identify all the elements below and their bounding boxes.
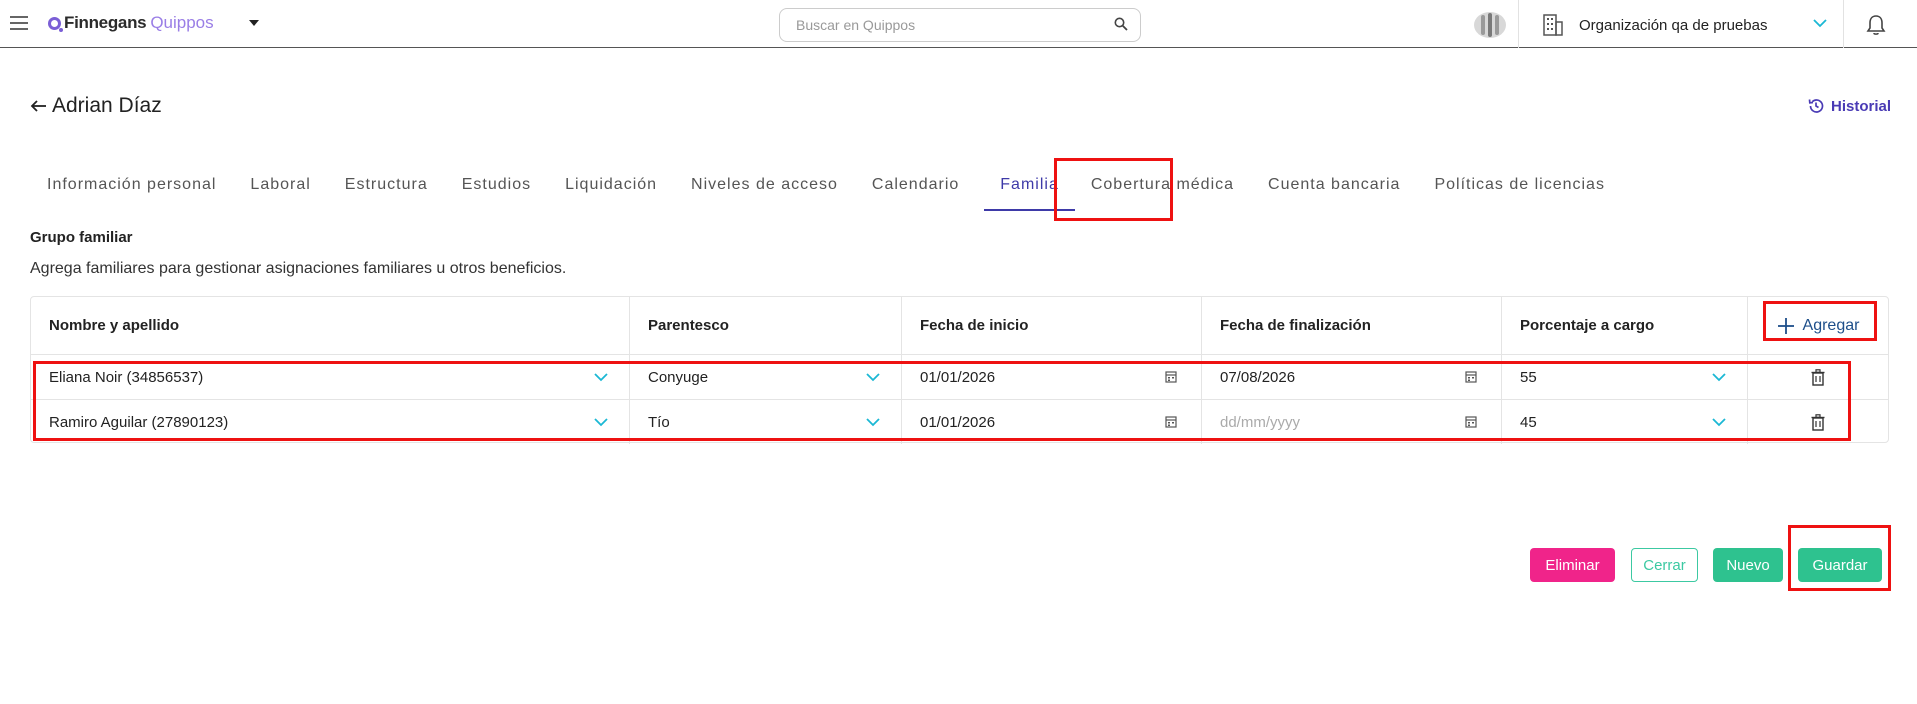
chevron-down-icon[interactable] (593, 371, 609, 383)
top-bar: Finnegans Quippos Organización qa de pru… (0, 0, 1917, 48)
table-header-row: Nombre y apellido Parentesco Fecha de in… (31, 297, 1888, 355)
tab-bar: Información personal Laboral Estructura … (30, 170, 1622, 216)
row-actions (1748, 400, 1888, 444)
divider (1843, 0, 1844, 48)
historial-link[interactable]: Historial (1807, 97, 1891, 115)
menu-icon[interactable] (10, 16, 30, 32)
tab-cobertura-medica[interactable]: Cobertura médica (1083, 170, 1251, 216)
page-header: Adrian Díaz (30, 94, 162, 118)
section-description: Agrega familiares para gestionar asignac… (30, 260, 567, 277)
tab-liquidacion[interactable]: Liquidación (548, 170, 674, 216)
relation-select[interactable]: Conyuge (630, 355, 902, 399)
end-date-placeholder: dd/mm/yyyy (1220, 413, 1301, 431)
app-switcher-caret-icon[interactable] (249, 20, 259, 26)
name-value: Ramiro Aguilar (27890123) (49, 413, 229, 431)
trash-icon[interactable] (1811, 368, 1825, 386)
tab-niveles-de-acceso[interactable]: Niveles de acceso (674, 170, 855, 216)
calendar-icon[interactable] (1165, 370, 1177, 383)
chevron-down-icon[interactable] (1711, 371, 1727, 383)
bell-icon[interactable] (1866, 14, 1886, 36)
divider (1518, 0, 1519, 48)
start-date-value: 01/01/2026 (920, 413, 996, 431)
tab-estudios[interactable]: Estudios (445, 170, 548, 216)
name-value: Eliana Noir (34856537) (49, 368, 204, 386)
column-header: Porcentaje a cargo (1502, 297, 1748, 354)
chevron-down-icon[interactable] (593, 416, 609, 428)
family-table: Nombre y apellido Parentesco Fecha de in… (30, 296, 1889, 444)
back-arrow-icon[interactable] (30, 98, 48, 114)
chevron-down-icon[interactable] (1812, 16, 1828, 30)
tab-estructura[interactable]: Estructura (328, 170, 445, 216)
column-header: Nombre y apellido (31, 297, 630, 354)
relation-value: Tío (648, 413, 670, 431)
end-date-input[interactable]: 07/08/2026 (1202, 355, 1502, 399)
delete-button[interactable]: Eliminar (1530, 548, 1615, 582)
logo-icon (48, 16, 63, 32)
save-button[interactable]: Guardar (1798, 548, 1882, 582)
percent-value: 45 (1520, 413, 1537, 431)
start-date-value: 01/01/2026 (920, 368, 996, 386)
add-family-button[interactable]: Agregar (1777, 316, 1860, 335)
start-date-input[interactable]: 01/01/2026 (902, 355, 1202, 399)
end-date-value: 07/08/2026 (1220, 368, 1296, 386)
add-cell: Agregar (1748, 297, 1888, 354)
tab-laboral[interactable]: Laboral (233, 170, 327, 216)
history-icon (1808, 99, 1824, 113)
chevron-down-icon[interactable] (865, 371, 881, 383)
search-input[interactable] (796, 9, 1106, 41)
chevron-down-icon[interactable] (1711, 416, 1727, 428)
new-button[interactable]: Nuevo (1713, 548, 1783, 582)
tab-informacion-personal[interactable]: Información personal (30, 170, 233, 216)
column-header: Fecha de finalización (1202, 297, 1502, 354)
add-label: Agregar (1802, 316, 1860, 334)
table-row: Ramiro Aguilar (27890123) Tío 01/01/2026… (31, 400, 1888, 444)
tab-calendario[interactable]: Calendario (855, 170, 976, 216)
column-header: Fecha de inicio (902, 297, 1202, 354)
name-select[interactable]: Eliana Noir (34856537) (31, 355, 630, 399)
app-logo[interactable]: Finnegans Quippos (48, 13, 214, 33)
trash-icon[interactable] (1811, 413, 1825, 431)
calendar-icon[interactable] (1465, 370, 1477, 383)
name-select[interactable]: Ramiro Aguilar (27890123) (31, 400, 630, 444)
column-header: Parentesco (630, 297, 902, 354)
end-date-input[interactable]: dd/mm/yyyy (1202, 400, 1502, 444)
close-button[interactable]: Cerrar (1631, 548, 1698, 582)
relation-select[interactable]: Tío (630, 400, 902, 444)
row-actions (1748, 355, 1888, 399)
historial-label: Historial (1830, 97, 1891, 115)
logo-primary-text: Finnegans (64, 13, 147, 32)
organization-name: Organización qa de pruebas (1579, 16, 1768, 34)
building-icon (1543, 14, 1563, 36)
search-icon[interactable] (1114, 17, 1128, 31)
search-box (779, 8, 1141, 42)
calendar-icon[interactable] (1465, 415, 1477, 428)
percent-select[interactable]: 45 (1502, 400, 1748, 444)
tab-politicas-de-licencias[interactable]: Políticas de licencias (1417, 170, 1622, 216)
plus-icon (1777, 317, 1794, 334)
percent-select[interactable]: 55 (1502, 355, 1748, 399)
table-row: Eliana Noir (34856537) Conyuge 01/01/202… (31, 355, 1888, 400)
organization-logo-icon (1474, 12, 1506, 38)
start-date-input[interactable]: 01/01/2026 (902, 400, 1202, 444)
percent-value: 55 (1520, 368, 1537, 386)
calendar-icon[interactable] (1165, 415, 1177, 428)
page-title: Adrian Díaz (52, 94, 162, 117)
relation-value: Conyuge (648, 368, 709, 386)
chevron-down-icon[interactable] (865, 416, 881, 428)
organization-selector[interactable]: Organización qa de pruebas (1543, 14, 1827, 36)
section-title: Grupo familiar (30, 229, 133, 246)
tab-cuenta-bancaria[interactable]: Cuenta bancaria (1251, 170, 1417, 216)
logo-secondary-text: Quippos (150, 13, 214, 32)
tab-familia[interactable]: Familia (976, 170, 1083, 216)
